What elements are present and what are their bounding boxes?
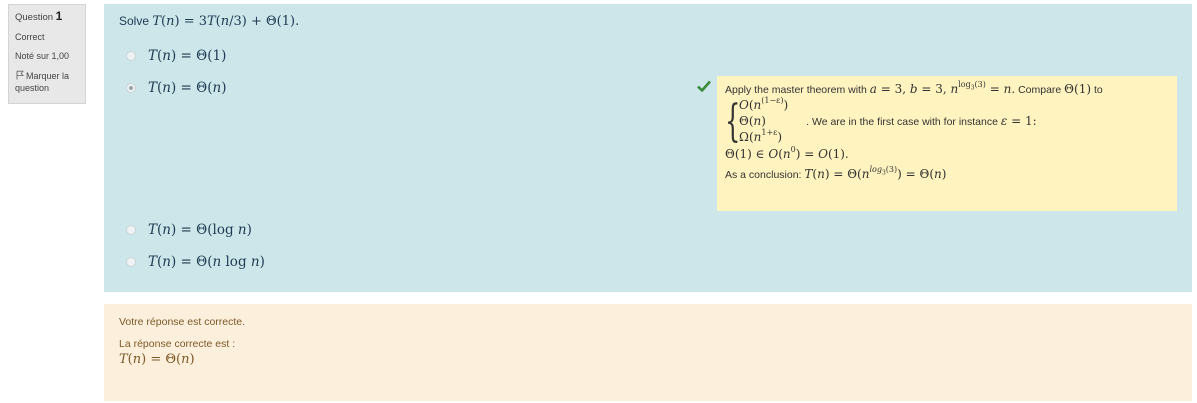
recurrence-formula: T(n) = 3T(n/3) + Θ(1).	[152, 14, 300, 29]
question-outcome: Votre réponse est correcte. La réponse c…	[104, 304, 1192, 401]
feedback-correct-text: Votre réponse est correcte.	[119, 316, 246, 328]
flag-icon	[16, 70, 24, 80]
answer-radio[interactable]	[126, 257, 136, 267]
first-case-text: . We are in the first case with for inst…	[806, 114, 1037, 128]
answer-option[interactable]: T(n) = Θ(n)	[126, 80, 226, 96]
answer-option-label: T(n) = Θ(n log n)	[148, 254, 265, 270]
answer-feedback: Apply the master theorem with a = 3, b =…	[717, 76, 1177, 211]
right-answer: T(n) = Θ(n)	[119, 352, 195, 367]
question-state: Correct	[15, 32, 45, 42]
right-answer-label: La réponse correcte est :	[119, 338, 236, 350]
feedback-line-1: Apply the master theorem with a = 3, b =…	[725, 80, 1103, 97]
cases-block: { O(n(1−ε)) Θ(n) Ω(n1+ε) . We are in the…	[725, 95, 1037, 147]
answer-option[interactable]: T(n) = Θ(n log n)	[126, 254, 265, 270]
question-panel: Solve T(n) = 3T(n/3) + Θ(1). T(n) = Θ(1)…	[104, 4, 1192, 292]
answer-option-label: T(n) = Θ(n)	[148, 80, 227, 96]
answer-radio[interactable]	[126, 51, 136, 61]
answer-option-label: T(n) = Θ(1)	[148, 48, 227, 64]
correct-check-icon	[697, 80, 711, 92]
question-info: Question 1 Correct Noté sur 1,00 Marquer…	[8, 4, 86, 104]
question-text: Solve T(n) = 3T(n/3) + Θ(1).	[119, 14, 300, 29]
question-number: Question 1	[15, 9, 63, 23]
feedback-conclusion: As a conclusion: T(n) = Θ(nlog3(3)) = Θ(…	[725, 165, 947, 182]
answer-option[interactable]: T(n) = Θ(log n)	[126, 222, 252, 238]
brace-icon: {	[725, 95, 741, 147]
question-grade: Noté sur 1,00	[15, 51, 70, 61]
answer-option[interactable]: T(n) = Θ(1)	[126, 48, 226, 64]
feedback-inclusion: Θ(1) ∈ O(n0) = O(1).	[725, 145, 849, 162]
flag-question-button[interactable]: Marquer la question	[15, 70, 79, 94]
answer-option-label: T(n) = Θ(log n)	[148, 222, 252, 238]
answer-radio-selected[interactable]	[126, 83, 136, 93]
answer-radio[interactable]	[126, 225, 136, 235]
